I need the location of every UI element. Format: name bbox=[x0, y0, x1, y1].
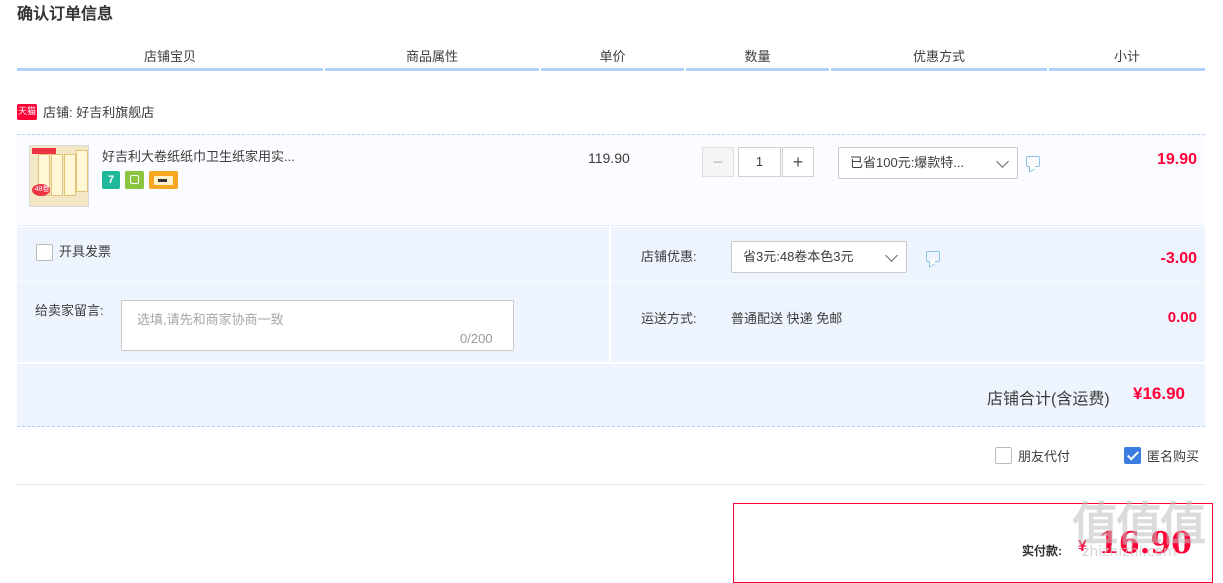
col-underline bbox=[325, 68, 539, 71]
message-icon[interactable] bbox=[1026, 156, 1040, 167]
col-underline bbox=[17, 68, 323, 71]
7-day-return-icon[interactable]: 7 bbox=[102, 171, 120, 189]
seller-message-placeholder: 选填,请先和商家协商一致 bbox=[137, 312, 284, 327]
col-header-discount: 优惠方式 bbox=[912, 49, 965, 64]
shop-total-label: 店铺合计(含运费) bbox=[987, 391, 1110, 408]
shop-discount-value: 省3元:48卷本色3元 bbox=[743, 249, 854, 264]
col-header-item: 店铺宝贝 bbox=[143, 49, 196, 64]
seller-message-label: 给卖家留言: bbox=[35, 303, 104, 318]
shipping-method: 普通配送 快递 免邮 bbox=[731, 311, 843, 326]
shop-discount-select[interactable]: 省3元:48卷本色3元 bbox=[731, 241, 907, 273]
shop-discount-amount: -3.00 bbox=[1160, 250, 1197, 267]
item-discount-value: 已省100元:爆款特... bbox=[850, 155, 965, 170]
item-subtotal: 19.90 bbox=[1156, 151, 1197, 168]
message-icon[interactable] bbox=[926, 251, 940, 262]
col-underline bbox=[541, 68, 684, 71]
shop-discount-label: 店铺优惠: bbox=[641, 249, 697, 264]
guarantee-icon[interactable] bbox=[125, 171, 144, 189]
chevron-down-icon bbox=[885, 249, 898, 262]
product-thumbnail[interactable]: 48卷 bbox=[29, 145, 89, 207]
shipping-label: 运送方式: bbox=[641, 311, 697, 326]
shop-name-link[interactable]: 店铺: 好吉利旗舰店 bbox=[43, 104, 154, 122]
friend-pay-label: 朋友代付 bbox=[1018, 449, 1071, 464]
tmall-icon: 天猫 bbox=[17, 104, 37, 120]
invoice-checkbox[interactable] bbox=[36, 244, 53, 261]
credit-card-icon[interactable] bbox=[149, 171, 178, 189]
col-header-quantity: 数量 bbox=[744, 49, 771, 64]
page-title: 确认订单信息 bbox=[17, 6, 114, 23]
thumbnail-badge-text: 48卷 bbox=[34, 186, 50, 193]
divider bbox=[611, 281, 1205, 282]
item-discount-select[interactable]: 已省100元:爆款特... bbox=[838, 147, 1018, 179]
quantity-decrease-button[interactable]: − bbox=[702, 147, 734, 177]
payment-label: 实付款: bbox=[1022, 544, 1062, 558]
anonymous-purchase-checkbox[interactable] bbox=[1124, 447, 1141, 464]
col-underline bbox=[1049, 68, 1205, 71]
anonymous-purchase-label: 匿名购买 bbox=[1147, 449, 1200, 464]
col-underline bbox=[831, 68, 1047, 71]
shop-fees-panel bbox=[611, 227, 1205, 362]
quantity-input[interactable]: 1 bbox=[738, 147, 781, 177]
invoice-label: 开具发票 bbox=[59, 244, 112, 259]
chevron-down-icon bbox=[996, 155, 1009, 168]
col-underline bbox=[686, 68, 829, 71]
divider bbox=[17, 281, 609, 282]
seller-message-counter: 0/200 bbox=[460, 331, 493, 346]
product-title-link[interactable]: 好吉利大卷纸纸巾卫生纸家用实... bbox=[102, 148, 295, 166]
watermark-url: zhizhizhi.com bbox=[1082, 544, 1177, 560]
col-header-unit-price: 单价 bbox=[599, 49, 626, 64]
shipping-amount: 0.00 bbox=[1167, 309, 1197, 326]
divider bbox=[17, 484, 1205, 485]
col-header-attributes: 商品属性 bbox=[405, 49, 458, 64]
quantity-increase-button[interactable]: + bbox=[782, 147, 814, 177]
shop-total-value: ¥16.90 bbox=[1133, 384, 1185, 403]
friend-pay-checkbox[interactable] bbox=[995, 447, 1012, 464]
col-header-subtotal: 小计 bbox=[1113, 49, 1140, 64]
unit-price: 119.90 bbox=[588, 150, 630, 166]
